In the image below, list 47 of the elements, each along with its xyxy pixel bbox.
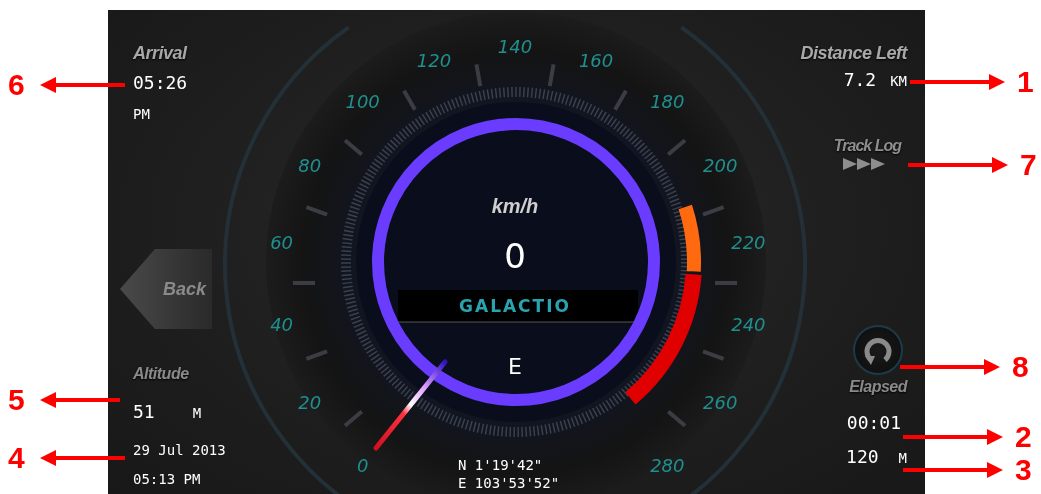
scale-label: 160 — [578, 50, 614, 72]
scale-label: 120 — [416, 50, 452, 72]
distance-left-label: Distance Left — [800, 42, 907, 64]
elapsed-distance: 120 — [846, 446, 879, 468]
brand-logo: GALACTIO — [459, 296, 571, 316]
distance-left-unit: KM — [890, 72, 907, 91]
scale-label: 240 — [731, 314, 766, 336]
altitude-label: Altitude — [133, 364, 189, 384]
heading-value: E — [508, 354, 522, 379]
callout-number: 2 — [1015, 420, 1032, 454]
scale-label: 20 — [298, 391, 322, 413]
track-log-button[interactable]: Track Log — [833, 137, 901, 171]
current-time: 05:13 PM — [133, 470, 201, 489]
elapsed-distance-unit: M — [898, 449, 907, 468]
back-button[interactable]: Back — [120, 249, 212, 329]
scale-label: 140 — [497, 36, 533, 57]
speed-unit: km/h — [491, 195, 539, 217]
scale-label: 60 — [270, 231, 294, 253]
callout-number: 7 — [1020, 148, 1037, 182]
current-date: 29 Jul 2013 — [133, 441, 226, 460]
distance-left-value: 7.2 — [843, 69, 877, 91]
scale-label: 40 — [270, 314, 294, 336]
scale-label: 260 — [703, 391, 738, 413]
scale-label: 220 — [731, 231, 766, 253]
scale-label: 180 — [650, 91, 685, 113]
elapsed-label: Elapsed — [849, 377, 907, 397]
altitude-unit: M — [192, 404, 202, 423]
elapsed-time: 00:01 — [846, 412, 901, 434]
callout-number: 5 — [8, 383, 25, 417]
scale-label: 80 — [298, 154, 322, 176]
scale-label: 200 — [703, 154, 738, 176]
callout-number: 4 — [8, 441, 25, 475]
scale-label: 100 — [345, 91, 380, 113]
scale-label: 280 — [650, 454, 685, 476]
arrival-period: PM — [133, 105, 150, 124]
arrival-label: Arrival — [133, 42, 187, 64]
altitude-value: 51 — [133, 401, 155, 423]
callout-number: 8 — [1012, 350, 1029, 384]
longitude-value: E 103'53'52" — [458, 475, 560, 491]
speed-value: 0 — [504, 236, 526, 276]
refresh-button[interactable] — [853, 325, 904, 375]
callout-number: 3 — [1015, 453, 1032, 487]
arrival-time: 05:26 — [133, 72, 188, 94]
callout-number: 1 — [1017, 65, 1034, 99]
callout-number: 6 — [8, 68, 25, 102]
latitude-value: N 1'19'42" — [458, 457, 543, 473]
scale-label: 0 — [356, 454, 369, 476]
